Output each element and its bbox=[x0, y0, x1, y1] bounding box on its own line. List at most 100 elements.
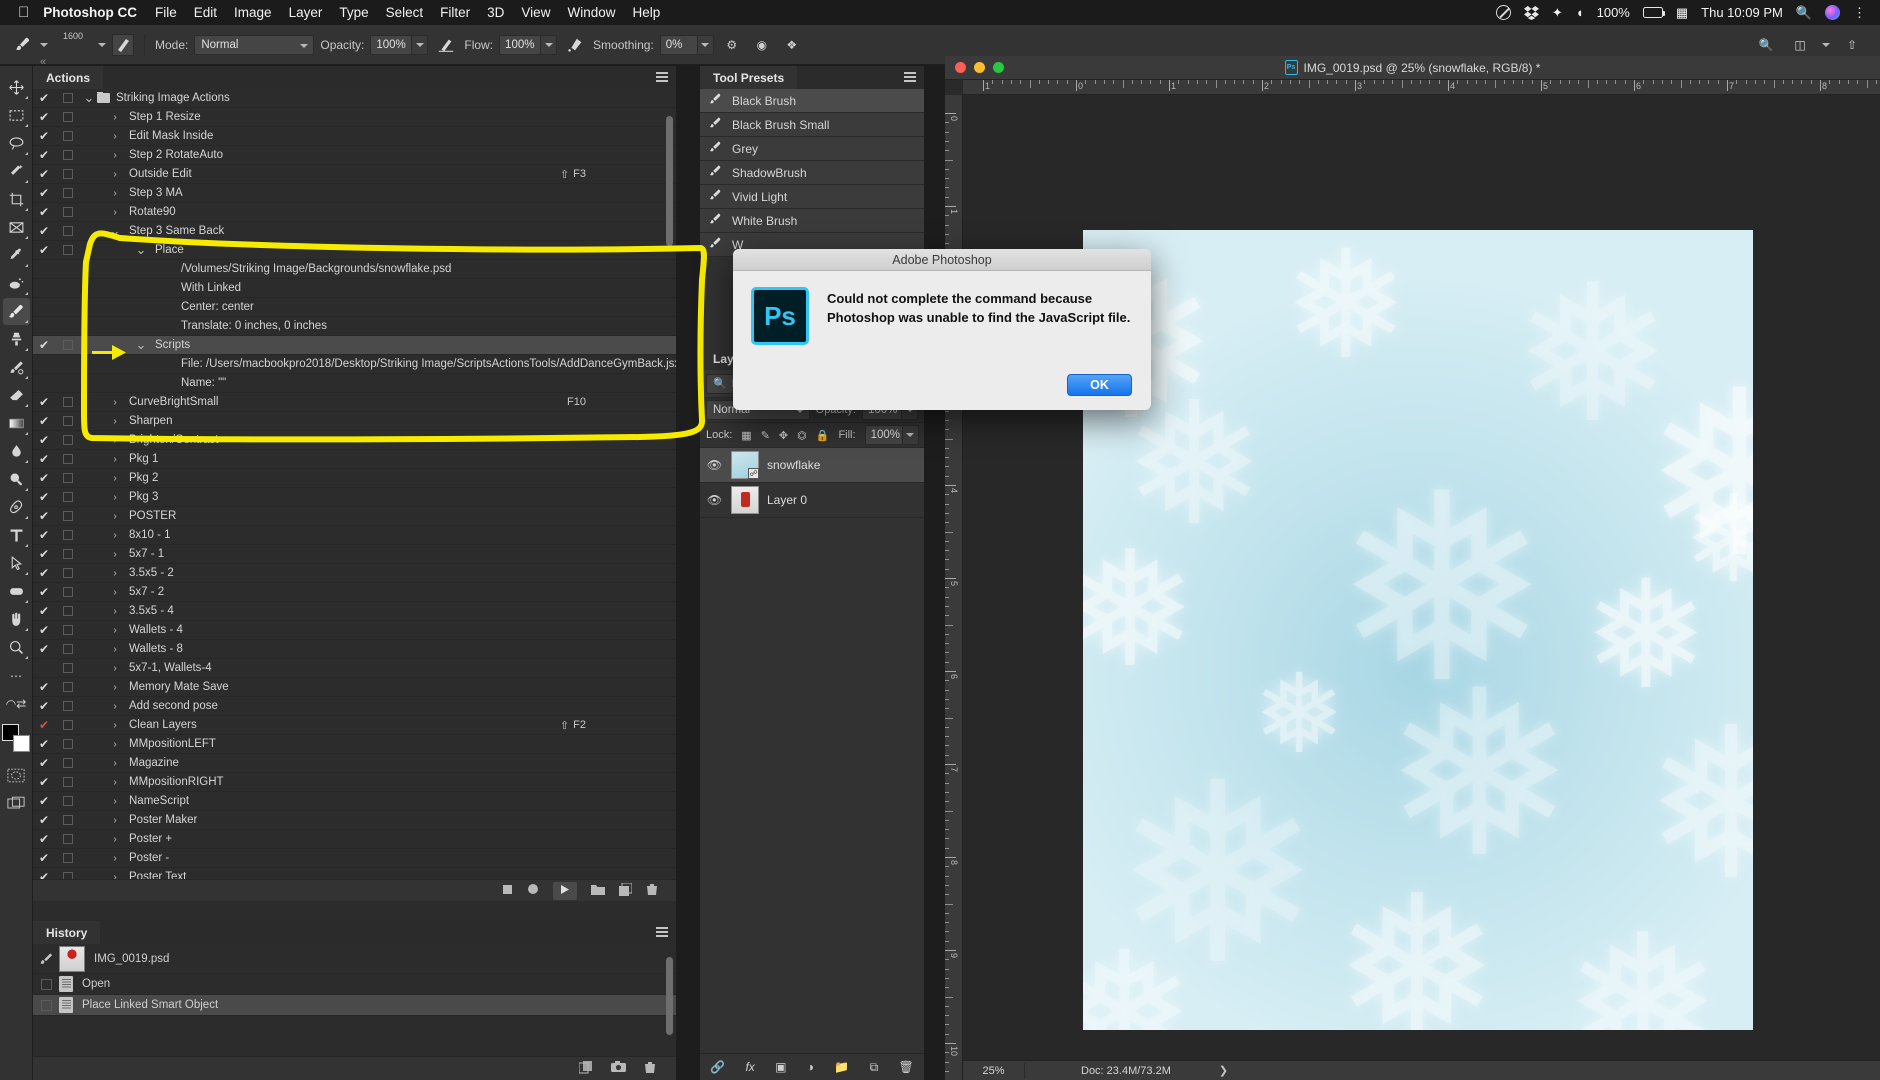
action-row[interactable]: ✔ › Rotate90 bbox=[33, 203, 676, 222]
crop-tool[interactable] bbox=[3, 186, 30, 213]
chevron-right-icon[interactable]: › bbox=[107, 644, 123, 655]
smoothing-options-gear-icon[interactable]: ⚙ bbox=[720, 33, 744, 57]
chevron-right-icon[interactable]: › bbox=[107, 530, 123, 541]
action-dialog-toggle[interactable] bbox=[55, 511, 81, 521]
chevron-right-icon[interactable]: › bbox=[107, 853, 123, 864]
history-brush-source-icon[interactable] bbox=[33, 952, 59, 966]
action-row[interactable]: ✔ › Poster + bbox=[33, 830, 676, 849]
quick-mask-icon[interactable] bbox=[3, 762, 30, 789]
chevron-right-icon[interactable]: › bbox=[107, 606, 123, 617]
action-dialog-toggle[interactable] bbox=[55, 758, 81, 768]
action-dialog-toggle[interactable] bbox=[55, 245, 81, 255]
action-row[interactable]: ✔ › Pkg 2 bbox=[33, 469, 676, 488]
action-row[interactable]: ✔ › Clean Layers ⇧ F2 bbox=[33, 716, 676, 735]
brush-settings-chevron-icon[interactable] bbox=[98, 43, 106, 47]
chevron-right-icon[interactable]: › bbox=[107, 492, 123, 503]
history-scrollbar[interactable] bbox=[666, 957, 673, 1035]
action-dialog-toggle[interactable] bbox=[55, 853, 81, 863]
action-row[interactable]: ✔ › POSTER bbox=[33, 507, 676, 526]
layer-style-icon[interactable]: fx bbox=[745, 1060, 754, 1074]
symmetry-icon[interactable]: ❖ bbox=[780, 33, 804, 57]
action-row[interactable]: ✔ › Poster Maker bbox=[33, 811, 676, 830]
action-row[interactable]: ✔ › Pkg 1 bbox=[33, 450, 676, 469]
apple-icon[interactable]:  bbox=[18, 5, 29, 20]
chevron-right-icon[interactable]: › bbox=[107, 188, 123, 199]
spotlight-search-icon[interactable]: 🔍 bbox=[1796, 5, 1812, 21]
clone-stamp-tool[interactable] bbox=[3, 326, 30, 353]
action-dialog-toggle[interactable] bbox=[55, 150, 81, 160]
bluetooth-icon[interactable]: ✦ bbox=[1552, 5, 1563, 21]
lock-image-pixels-icon[interactable]: ✎ bbox=[761, 429, 770, 442]
chevron-right-icon[interactable]: › bbox=[107, 435, 123, 446]
menu-filter[interactable]: Filter bbox=[440, 5, 470, 20]
history-state-checkbox[interactable] bbox=[33, 979, 59, 990]
action-row[interactable]: ✔ › Add second pose bbox=[33, 697, 676, 716]
action-dialog-toggle[interactable] bbox=[55, 663, 81, 673]
action-row[interactable]: ✔ › Brighten/Contrast bbox=[33, 431, 676, 450]
action-row[interactable]: ✔ › Step 2 RotateAuto bbox=[33, 146, 676, 165]
action-row[interactable]: ✔ ⌄ Scripts bbox=[33, 336, 676, 355]
action-dialog-toggle[interactable] bbox=[55, 568, 81, 578]
tab-actions[interactable]: Actions bbox=[33, 66, 103, 89]
action-dialog-toggle[interactable] bbox=[55, 796, 81, 806]
menu-view[interactable]: View bbox=[521, 5, 550, 20]
action-dialog-toggle[interactable] bbox=[55, 625, 81, 635]
menu-select[interactable]: Select bbox=[386, 5, 424, 20]
quick-selection-tool[interactable] bbox=[3, 158, 30, 185]
create-document-from-state-icon[interactable] bbox=[579, 1061, 593, 1077]
actions-scrollbar[interactable] bbox=[666, 116, 673, 246]
delete-state-icon[interactable] bbox=[644, 1061, 656, 1077]
action-row[interactable]: ✔ › 5x7 - 1 bbox=[33, 545, 676, 564]
action-dialog-toggle[interactable] bbox=[55, 207, 81, 217]
menu-layer[interactable]: Layer bbox=[289, 5, 323, 20]
action-enabled-checkmark[interactable]: ✔ bbox=[33, 452, 55, 466]
action-row[interactable]: ✔ › 3.5x5 - 4 bbox=[33, 602, 676, 621]
action-row[interactable]: ✔ › Step 3 MA bbox=[33, 184, 676, 203]
horizontal-ruler[interactable]: 1012345678 bbox=[963, 80, 1880, 95]
action-row[interactable]: ✔ ⌄ Place bbox=[33, 241, 676, 260]
chevron-right-icon[interactable]: › bbox=[107, 587, 123, 598]
chevron-down-icon[interactable]: ⌄ bbox=[107, 227, 123, 235]
action-row[interactable]: ✔ › Poster - bbox=[33, 849, 676, 868]
action-row[interactable]: File: /Users/macbookpro2018/Desktop/Stri… bbox=[33, 355, 676, 374]
action-enabled-checkmark[interactable]: ✔ bbox=[33, 224, 55, 238]
frame-tool[interactable] bbox=[3, 214, 30, 241]
action-row[interactable]: ✔ ⌄ Striking Image Actions bbox=[33, 89, 676, 108]
action-enabled-checkmark[interactable]: ✔ bbox=[33, 642, 55, 656]
chevron-right-icon[interactable]: › bbox=[107, 682, 123, 693]
tab-history[interactable]: History bbox=[33, 921, 100, 944]
action-enabled-checkmark[interactable]: ✔ bbox=[33, 414, 55, 428]
action-row[interactable]: ✔ › Memory Mate Save bbox=[33, 678, 676, 697]
chevron-right-icon[interactable]: › bbox=[107, 473, 123, 484]
action-enabled-checkmark[interactable]: ✔ bbox=[33, 794, 55, 808]
image-canvas[interactable]: ❅❅❅❅❅❅❅❅❅❅❅❅❅❅❅❅ bbox=[1083, 230, 1753, 1030]
tool-preset-row[interactable]: White Brush bbox=[700, 209, 924, 233]
adjustment-layer-icon[interactable]: ◑ bbox=[807, 1060, 814, 1074]
action-enabled-checkmark[interactable]: ✔ bbox=[33, 433, 55, 447]
chevron-right-icon[interactable]: › bbox=[107, 739, 123, 750]
delete-button[interactable] bbox=[646, 883, 658, 899]
menu-edit[interactable]: Edit bbox=[194, 5, 217, 20]
blend-mode-select[interactable]: Normal bbox=[194, 35, 314, 55]
layer-visibility-icon[interactable]: 👁 bbox=[706, 458, 723, 472]
chevron-right-icon[interactable]: › bbox=[107, 834, 123, 845]
tool-preset-row[interactable]: Grey bbox=[700, 137, 924, 161]
action-enabled-checkmark[interactable]: ✔ bbox=[33, 205, 55, 219]
background-color-swatch[interactable] bbox=[13, 735, 30, 752]
action-row[interactable]: ✔ › Wallets - 8 bbox=[33, 640, 676, 659]
action-dialog-toggle[interactable] bbox=[55, 188, 81, 198]
history-state-checkbox[interactable] bbox=[33, 1000, 59, 1011]
chevron-right-icon[interactable]: › bbox=[107, 454, 123, 465]
fill-stepper[interactable] bbox=[903, 425, 919, 445]
dropbox-icon[interactable] bbox=[1524, 5, 1539, 20]
action-enabled-checkmark[interactable]: ✔ bbox=[33, 870, 55, 879]
lock-artboard-icon[interactable]: ⏣ bbox=[797, 429, 807, 442]
action-enabled-checkmark[interactable]: ✔ bbox=[33, 110, 55, 124]
type-tool[interactable] bbox=[3, 522, 30, 549]
pen-tool[interactable] bbox=[3, 494, 30, 521]
action-dialog-toggle[interactable] bbox=[55, 169, 81, 179]
canvas-area[interactable]: ❅❅❅❅❅❅❅❅❅❅❅❅❅❅❅❅ bbox=[963, 95, 1880, 1061]
action-dialog-toggle[interactable] bbox=[55, 815, 81, 825]
action-enabled-checkmark[interactable]: ✔ bbox=[33, 737, 55, 751]
menu-window[interactable]: Window bbox=[567, 5, 615, 20]
